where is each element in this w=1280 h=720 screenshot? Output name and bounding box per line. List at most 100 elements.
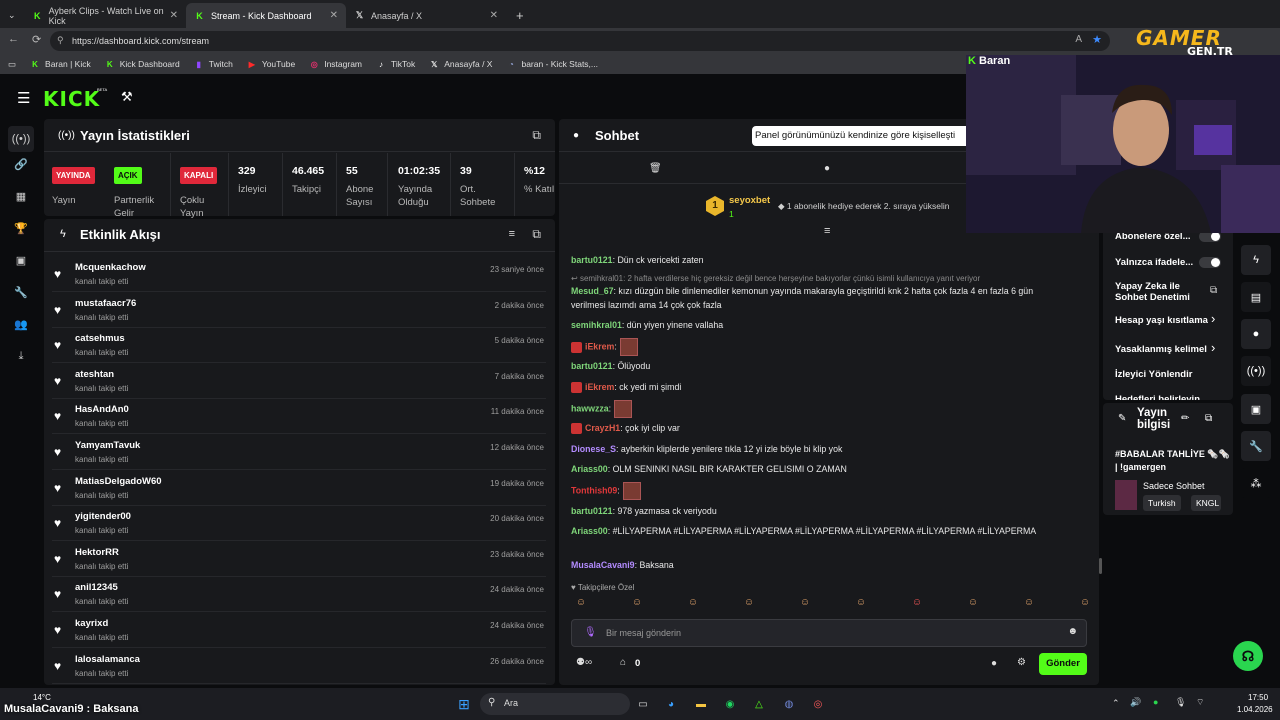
feed-item[interactable]: ♥ lalosalamanca kanalı takip etti 26 dakika… [44,649,554,684]
chevron-right-icon[interactable]: › [1211,311,1215,326]
collapse-icon[interactable]: ≡ [824,225,830,237]
users-icon[interactable]: 👥 [14,318,28,332]
viewer-redirect-setting[interactable]: İzleyici Yönlendir [1115,369,1192,380]
popout-icon[interactable]: ⧉ [532,128,541,143]
feed-item[interactable]: ♥ ateshtan kanalı takip etti 7 dakika önce [44,364,554,399]
send-button[interactable]: Gönder [1039,653,1087,675]
chat-username[interactable]: Dionese_S [571,444,616,454]
stream-icon[interactable]: ((•)) [8,126,34,152]
feed-item[interactable]: ♥ HasAndAn0 kanalı takip etti 11 dakika önc… [44,399,554,435]
tab-list-button[interactable]: ⌄ [0,3,24,28]
reading-list-icon[interactable]: ▭ [8,59,16,70]
bookmark-baran-kick[interactable]: K Baran | Kick [30,59,91,69]
chat-username[interactable]: Ariass00 [571,526,608,536]
tab-ayberk-clips[interactable]: K Ayberk Clips - Watch Live on Kick ✕ [24,3,186,28]
file-explorer-icon[interactable]: ▬ [692,695,710,713]
feed-item[interactable]: ♥ YamyamTavuk kanalı takip etti 12 dakika ö… [44,435,554,470]
feed-item[interactable]: ♥ mustafaacr76 kanalı takip etti 2 dakika ö… [44,293,554,328]
new-tab-button[interactable]: + [508,3,530,28]
download-icon[interactable]: ⤓ [14,350,28,364]
chevron-up-icon[interactable]: ⌃ [1112,698,1120,709]
chat-input-box[interactable]: 🎙 Bir mesaj gönderin ☻ [571,619,1087,647]
chat-scrollbar[interactable] [1099,558,1102,574]
account-age-setting[interactable]: Hesap yaşı kısıtlama [1115,315,1208,326]
bookmark-kick-dashboard[interactable]: K Kick Dashboard [105,59,180,69]
link-icon[interactable]: 🔗 [14,158,28,172]
chatter-avatar-icon[interactable]: ☺ [685,597,701,613]
quick-action-broadcast-icon[interactable]: ((•)) [1241,356,1271,386]
chevron-right-icon[interactable]: › [1211,340,1215,355]
edit-icon[interactable]: ✏ [1181,413,1189,424]
status-icon[interactable]: ● [1153,697,1158,707]
chatter-avatar-icon[interactable]: ☺ [1021,597,1037,613]
bookmark-tiktok[interactable]: ♪ TikTok [376,59,415,69]
feed-item[interactable]: ♥ yigitender00 kanalı takip etti 20 dakika … [44,506,554,542]
trophy-icon[interactable]: 🏆 [14,222,28,236]
chat-settings-bubble-icon[interactable]: ● [991,658,997,669]
chat-username[interactable]: iEkrem [585,382,614,392]
analytics-icon[interactable]: ▦ [14,190,28,204]
emote-only-toggle[interactable] [1199,257,1221,268]
chatter-avatar-icon[interactable]: ☺ [797,597,813,613]
quick-action-share-icon[interactable]: ⁂ [1241,468,1271,498]
chat-username[interactable]: semihkral01 [571,320,622,330]
task-view-icon[interactable]: ▭ [634,695,652,713]
media-icon[interactable]: ▣ [14,254,28,268]
feed-item[interactable]: ♥ anil12345 kanalı takip etti 24 dakika önc… [44,577,554,613]
popout-icon[interactable]: ⧉ [1205,413,1212,424]
read-aloud-icon[interactable]: A [1075,34,1082,45]
menu-icon[interactable]: ☰ [17,89,30,107]
points-icon[interactable]: ⚉∞ [576,657,592,668]
quick-action-media-icon[interactable]: ▣ [1241,394,1271,424]
pinned-username[interactable]: seyoxbet [729,195,770,206]
feed-item[interactable]: ♥ catsehmus kanalı takip etti 5 dakika önce [44,328,554,364]
bookmark-anasayfa-x[interactable]: 𝕏 Anasayfa / X [429,59,492,69]
chat-username[interactable]: bartu0121 [571,361,613,371]
emoji-icon[interactable]: ☻ [1067,626,1078,637]
favorite-star-icon[interactable]: ★ [1092,33,1102,46]
close-icon[interactable]: ✕ [170,10,178,21]
feed-item[interactable]: ♥ MatiasDelgadoW60 kanalı takip etti 19 dak… [44,471,554,506]
windows-start-icon[interactable]: ⊞ [455,695,473,713]
quick-action-lightning-icon[interactable]: ϟ [1241,245,1271,275]
back-icon[interactable]: ← [8,33,19,45]
external-link-icon[interactable]: ⧉ [1210,285,1217,296]
tab-stream-dashboard[interactable]: K Stream - Kick Dashboard ✕ [186,3,346,28]
feed-item[interactable]: ♥ HektorRR kanalı takip etti 23 dakika önce [44,542,554,577]
chat-username[interactable]: Tonthish09 [571,485,617,495]
quick-action-chat-icon[interactable]: ● [1241,319,1271,349]
store-icon[interactable]: ⌂ [620,657,626,668]
chatter-avatar-icon[interactable]: ☺ [741,597,757,613]
hammer-icon[interactable]: ⚒ [121,89,133,105]
app-icon[interactable]: △ [750,695,768,713]
trash-icon[interactable]: 🗑 [649,163,662,174]
chatter-avatar-icon[interactable]: ☺ [965,597,981,613]
feed-item[interactable]: ♥ Mcquenkachow kanalı takip etti 23 saniye … [44,257,554,292]
microphone-icon[interactable]: 🎙 [584,627,597,638]
chatter-avatar-icon[interactable]: ☺ [629,597,645,613]
site-info-icon[interactable]: ⚲ [57,35,64,46]
wrench-icon[interactable]: 🔧 [14,286,28,300]
bookmark-twitch[interactable]: ▮ Twitch [194,59,233,69]
chat-username[interactable]: Ariass00 [571,464,608,474]
reload-icon[interactable]: ⟳ [32,33,41,46]
bookmark-instagram[interactable]: ◎ Instagram [309,59,362,69]
chat-username[interactable]: bartu0121 [571,255,613,265]
popout-icon[interactable]: ⧉ [532,227,541,242]
chatter-avatar-icon[interactable]: ☺ [909,597,925,613]
chat-username[interactable]: Mesud_67 [571,286,614,296]
chat-input[interactable]: Bir mesaj gönderin [606,628,681,638]
help-support-icon[interactable]: ☊ [1233,641,1263,671]
goals-setting[interactable]: Hedefleri belirleyin [1115,394,1200,400]
bookmark-youtube[interactable]: ▶ YouTube [247,59,295,69]
taskbar-search[interactable]: ⚲ Ara [480,693,630,715]
filter-icon[interactable]: ≡ [509,228,515,240]
chat-username[interactable]: hawwzza [571,403,609,413]
chatter-avatar-icon[interactable]: ☺ [573,597,589,613]
volume-icon[interactable]: 🔊 [1130,697,1141,708]
url-field[interactable]: ⚲ https://dashboard.kick.com/stream A ★ [50,31,1110,51]
close-icon[interactable]: ✕ [490,10,498,21]
weather-temp[interactable]: 14°C [33,693,51,702]
discord-icon[interactable]: ◍ [780,695,798,713]
clock-date[interactable]: 1.04.2026 [1237,705,1273,714]
